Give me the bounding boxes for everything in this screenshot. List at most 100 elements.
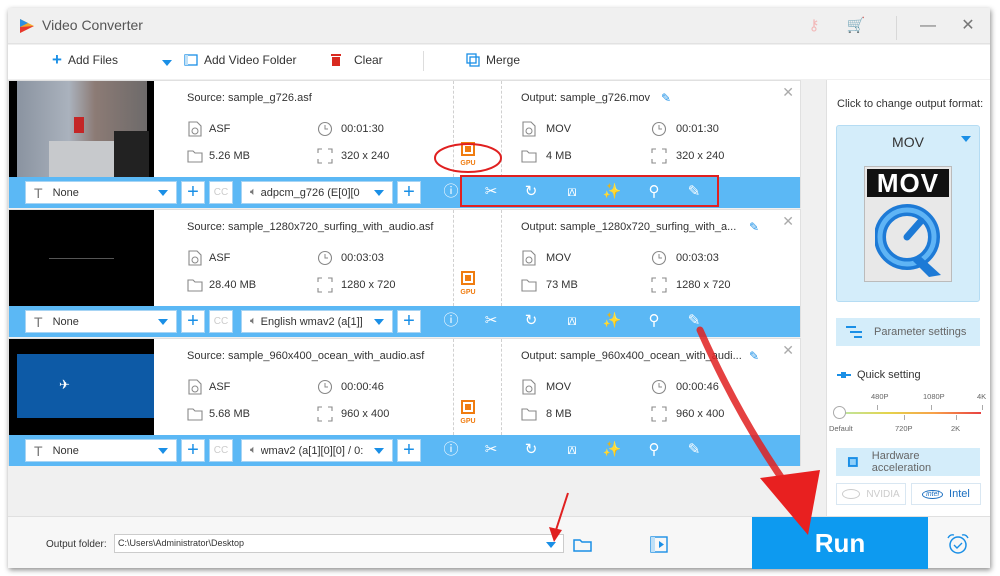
trim-icon[interactable]: ✂ <box>481 182 501 202</box>
rotate-icon[interactable]: ↻ <box>521 311 541 331</box>
format-name: MOV <box>892 134 924 150</box>
remove-item-icon[interactable]: ✕ <box>782 342 794 359</box>
file-size-folder-icon <box>521 408 537 421</box>
cart-icon[interactable]: 🛒 <box>846 16 866 36</box>
output-duration: 00:00:46 <box>676 381 719 393</box>
tick-label-720p: 720P <box>895 424 913 433</box>
key-icon[interactable]: ⚷ <box>804 16 824 36</box>
tick-mark <box>877 405 878 410</box>
quick-setting-slider[interactable]: 480P 1080P 4K Default 720P 2K <box>829 390 987 440</box>
alarm-clock-icon[interactable] <box>946 533 970 555</box>
run-button[interactable]: Run <box>752 517 928 569</box>
output-format: MOV <box>546 381 572 393</box>
source-format: ASF <box>209 123 231 135</box>
remove-item-icon[interactable]: ✕ <box>782 84 794 101</box>
source-size: 5.26 MB <box>209 150 250 162</box>
rotate-icon[interactable]: ↻ <box>521 440 541 460</box>
add-subtitle-button[interactable]: + <box>181 310 205 333</box>
hardware-acceleration-label: Hardware acceleration <box>871 450 932 474</box>
output-filename: Output: sample_g726.mov <box>521 92 651 104</box>
trim-icon[interactable]: ✂ <box>481 311 501 331</box>
intel-option[interactable]: intel Intel <box>911 483 981 505</box>
subtitle-select[interactable]: T None <box>25 181 177 204</box>
effects-icon[interactable]: ✨ <box>602 311 622 331</box>
info-icon[interactable]: ⓘ <box>441 311 461 331</box>
add-audio-button[interactable]: + <box>397 310 421 333</box>
info-icon[interactable]: ⓘ <box>441 182 461 202</box>
trim-icon[interactable]: ✂ <box>481 440 501 460</box>
output-folder-dropdown-icon[interactable] <box>546 542 556 548</box>
watermark-icon[interactable]: ⚲ <box>644 311 664 331</box>
nvidia-option[interactable]: NVIDIA <box>836 483 906 505</box>
add-files-button[interactable]: + Add Files <box>52 51 118 68</box>
audio-track-select[interactable]: 🔈︎ wmav2 (a[1][0][0] / 0: <box>241 439 393 462</box>
audio-track-select[interactable]: 🔈︎ adpcm_g726 (E[0][0 <box>241 181 393 204</box>
file-size-folder-icon <box>521 150 537 163</box>
merge-label: Merge <box>486 53 521 67</box>
subtitle-select[interactable]: T None <box>25 439 177 462</box>
file-list: Source: sample_g726.asf ASF 00:01:30 5.2… <box>8 80 820 516</box>
output-format-selector[interactable]: MOV MOV <box>836 125 980 302</box>
parameter-settings-button[interactable]: Parameter settings <box>836 318 980 346</box>
crop-icon[interactable]: ⟎ <box>562 182 582 202</box>
edit-subtitle-icon[interactable]: ✎ <box>684 440 704 460</box>
edit-subtitle-icon[interactable]: ✎ <box>684 182 704 202</box>
tick-label-default: Default <box>829 424 853 433</box>
video-thumbnail[interactable] <box>9 210 154 306</box>
add-audio-button[interactable]: + <box>397 181 421 204</box>
crop-icon[interactable]: ⟎ <box>562 311 582 331</box>
rename-pencil-icon[interactable]: ✎ <box>749 349 759 363</box>
video-thumbnail[interactable] <box>9 81 154 177</box>
rotate-icon[interactable]: ↻ <box>521 182 541 202</box>
source-filename: Source: sample_960x400_ocean_with_audio.… <box>187 350 425 362</box>
toolbar-separator <box>423 51 424 71</box>
resolution-icon <box>651 406 667 422</box>
hardware-acceleration-button[interactable]: Hardware acceleration <box>836 448 980 476</box>
watermark-icon[interactable]: ⚲ <box>644 182 664 202</box>
close-button[interactable]: ✕ <box>954 15 982 37</box>
output-folder-input[interactable]: C:\Users\Administrator\Desktop <box>114 534 564 553</box>
add-audio-button[interactable]: + <box>397 439 421 462</box>
connector-line <box>501 339 502 435</box>
info-icon[interactable]: ⓘ <box>441 440 461 460</box>
duration-clock-icon <box>317 379 333 395</box>
open-folder-icon[interactable] <box>573 537 593 553</box>
nvidia-label: NVIDIA <box>866 488 900 500</box>
add-video-folder-button[interactable]: Add Video Folder <box>184 53 297 67</box>
effects-icon[interactable]: ✨ <box>602 440 622 460</box>
remove-item-icon[interactable]: ✕ <box>782 213 794 230</box>
gpu-icon: GPU <box>460 142 476 167</box>
add-subtitle-button[interactable]: + <box>181 439 205 462</box>
edit-subtitle-icon[interactable]: ✎ <box>684 311 704 331</box>
speaker-icon: 🔈︎ <box>250 186 257 198</box>
video-output-icon[interactable] <box>650 536 668 553</box>
merge-button[interactable]: Merge <box>466 53 520 67</box>
resolution-icon <box>317 406 333 422</box>
mov-format-icon: MOV <box>864 166 952 282</box>
slider-thumb[interactable] <box>833 406 846 419</box>
bottom-bar: Output folder: C:\Users\Administrator\De… <box>8 516 990 569</box>
file-size-folder-icon <box>187 279 203 292</box>
rename-pencil-icon[interactable]: ✎ <box>749 220 759 234</box>
clear-button[interactable]: Clear <box>330 53 383 67</box>
add-files-dropdown-icon[interactable] <box>162 60 172 66</box>
minimize-button[interactable]: — <box>914 15 942 37</box>
tick-label-2k: 2K <box>951 424 961 433</box>
format-file-icon <box>522 379 536 395</box>
audio-track-select[interactable]: 🔈︎ English wmav2 (a[1]] <box>241 310 393 333</box>
output-resolution: 960 x 400 <box>676 408 725 420</box>
add-subtitle-button[interactable]: + <box>181 181 205 204</box>
cc-subtitle-icon[interactable]: CC <box>209 310 233 333</box>
dropdown-caret-icon <box>158 448 168 454</box>
crop-icon[interactable]: ⟎ <box>562 440 582 460</box>
svg-text:GPU: GPU <box>460 289 475 296</box>
rename-pencil-icon[interactable]: ✎ <box>661 91 671 105</box>
watermark-icon[interactable]: ⚲ <box>644 440 664 460</box>
item-toolbar: T None + CC 🔈︎ adpcm_g726 (E[0][0 + ⓘ ✂ ↻ ⟎… <box>9 177 800 208</box>
video-thumbnail[interactable]: ✈ <box>9 339 154 435</box>
title-separator <box>896 16 897 40</box>
cc-subtitle-icon[interactable]: CC <box>209 181 233 204</box>
effects-icon[interactable]: ✨ <box>602 182 622 202</box>
subtitle-select[interactable]: T None <box>25 310 177 333</box>
cc-subtitle-icon[interactable]: CC <box>209 439 233 462</box>
